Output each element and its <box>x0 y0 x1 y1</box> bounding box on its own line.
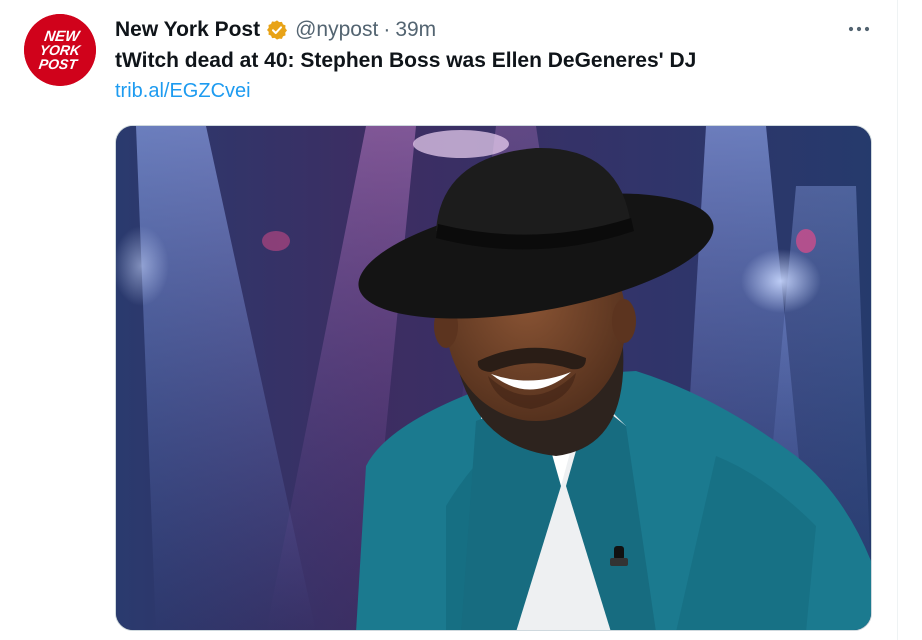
author-handle[interactable]: @nypost <box>295 18 378 42</box>
tweet-link[interactable]: trib.al/EGZCvei <box>115 80 251 103</box>
photo-illustration <box>116 126 871 630</box>
tweet-header: New York Post @nypost · 39m <box>115 16 436 44</box>
new-york-post-logo: NEW YORK POST <box>24 14 96 86</box>
tweet-timestamp[interactable]: 39m <box>395 18 436 42</box>
logo-line-post: POST <box>38 56 80 72</box>
tweet-text: tWitch dead at 40: Stephen Boss was Elle… <box>115 49 697 72</box>
author-name[interactable]: New York Post <box>115 18 260 42</box>
tweet[interactable]: NEW YORK POST New York Post @nypost · 39… <box>0 0 922 640</box>
avatar[interactable]: NEW YORK POST <box>24 14 96 86</box>
timeline-divider <box>897 0 898 640</box>
more-options-icon[interactable] <box>842 14 876 44</box>
verified-badge-icon[interactable] <box>266 19 288 41</box>
header-separator: · <box>383 18 391 41</box>
tweet-media-photo[interactable] <box>115 125 872 631</box>
